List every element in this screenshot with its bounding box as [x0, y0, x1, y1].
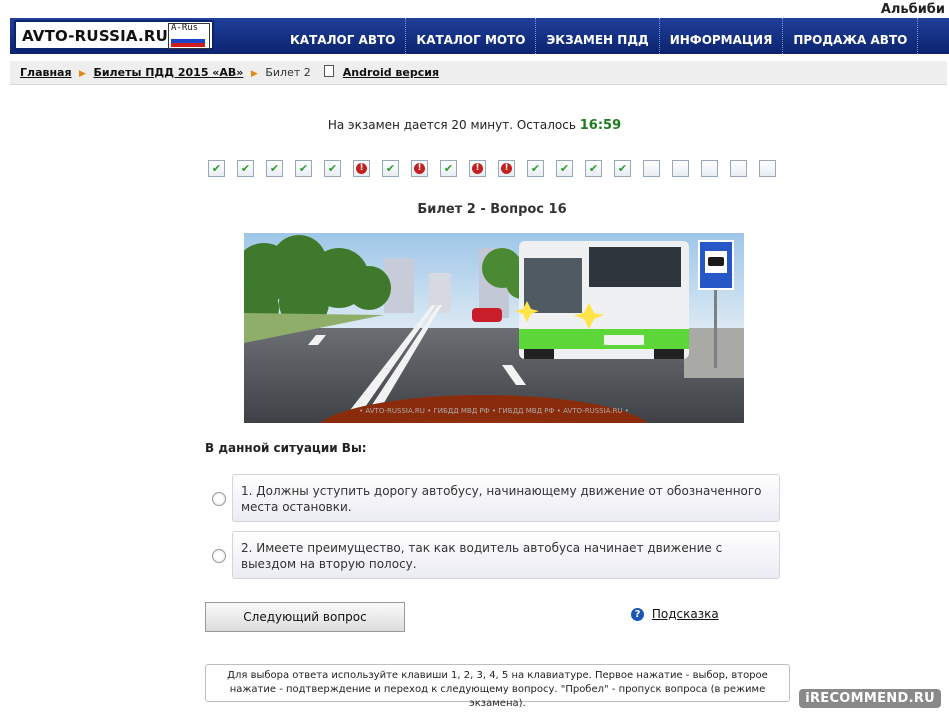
help-icon[interactable]: ? — [631, 608, 644, 621]
hint-link[interactable]: ? Подсказка — [631, 607, 719, 621]
breadcrumb: Главная ▶ Билеты ПДД 2015 «АВ» ▶ Билет 2… — [10, 61, 947, 85]
answer-text-2[interactable]: 2. Имеете преимущество, так как водитель… — [232, 531, 780, 579]
russian-flag-icon — [171, 35, 205, 47]
answer-radio-1[interactable] — [212, 492, 226, 506]
progress-box-15[interactable]: ✔ — [614, 160, 631, 177]
progress-box-10[interactable] — [469, 160, 486, 177]
breadcrumb-home-link[interactable]: Главная — [20, 66, 72, 79]
document-icon — [324, 65, 335, 77]
nav-item-catalog-auto[interactable]: КАТАЛОГ АВТО — [280, 18, 407, 54]
watermark: iRECOMMEND.RU — [799, 689, 941, 708]
android-version-link[interactable]: Android версия — [343, 66, 439, 79]
logo-badge: A-Rus — [168, 23, 210, 49]
timer-value: 16:59 — [579, 118, 622, 133]
progress-box-9[interactable]: ✔ — [440, 160, 457, 177]
progress-box-19[interactable] — [730, 160, 747, 177]
progress-box-4[interactable]: ✔ — [295, 160, 312, 177]
progress-box-18[interactable] — [701, 160, 718, 177]
breadcrumb-arrow-icon: ▶ — [79, 69, 86, 79]
progress-box-5[interactable]: ✔ — [324, 160, 341, 177]
progress-box-14[interactable]: ✔ — [585, 160, 602, 177]
question-progress: ✔ ✔ ✔ ✔ ✔ ✔ ✔ ✔ ✔ ✔ ✔ — [208, 160, 788, 177]
progress-box-20[interactable] — [759, 160, 776, 177]
answer-radio-2[interactable] — [212, 549, 226, 563]
progress-box-1[interactable]: ✔ — [208, 160, 225, 177]
bus — [519, 241, 689, 359]
question-image: • AVTO-RUSSIA.RU • ГИБДД МВД РФ • ГИБДД … — [244, 233, 744, 423]
question-title: Билет 2 - Вопрос 16 — [417, 202, 567, 217]
progress-box-12[interactable]: ✔ — [527, 160, 544, 177]
logo-badge-text: A-Rus — [171, 23, 199, 33]
progress-box-13[interactable]: ✔ — [556, 160, 573, 177]
logo-text: AVTO-RUSSIA.RU — [22, 27, 169, 45]
breadcrumb-section-link[interactable]: Билеты ПДД 2015 «АВ» — [93, 66, 243, 79]
next-question-button[interactable]: Следующий вопрос — [205, 602, 405, 632]
site-logo[interactable]: AVTO-RUSSIA.RU A-Rus — [14, 20, 214, 50]
progress-box-3[interactable]: ✔ — [266, 160, 283, 177]
bus-stop-pole — [714, 288, 717, 368]
progress-box-7[interactable]: ✔ — [382, 160, 399, 177]
site-header: AVTO-RUSSIA.RU A-Rus КАТАЛОГ АВТО КАТАЛО… — [10, 18, 949, 54]
image-caption: • AVTO-RUSSIA.RU • ГИБДД МВД РФ • ГИБДД … — [359, 407, 629, 415]
question-text: В данной ситуации Вы: — [205, 441, 367, 455]
progress-box-6[interactable] — [353, 160, 370, 177]
nav-item-info[interactable]: ИНФОРМАЦИЯ — [660, 18, 784, 54]
red-car — [472, 308, 502, 322]
user-name[interactable]: Альбиби — [881, 2, 945, 17]
hint-label[interactable]: Подсказка — [652, 607, 719, 621]
progress-box-16[interactable] — [643, 160, 660, 177]
nav-item-exam[interactable]: ЭКЗАМЕН ПДД — [536, 18, 660, 54]
bus-stop-sign-bus — [708, 257, 724, 266]
progress-box-2[interactable]: ✔ — [237, 160, 254, 177]
progress-box-8[interactable] — [411, 160, 428, 177]
breadcrumb-arrow-icon: ▶ — [250, 69, 258, 79]
nav-item-catalog-moto[interactable]: КАТАЛОГ МОТО — [406, 18, 537, 54]
flag-stripe-red — [171, 43, 205, 47]
progress-box-17[interactable] — [672, 160, 689, 177]
keyboard-help: Для выбора ответа используйте клавиши 1,… — [205, 664, 790, 709]
main-nav: КАТАЛОГ АВТО КАТАЛОГ МОТО ЭКЗАМЕН ПДД ИН… — [280, 18, 919, 54]
breadcrumb-current: Билет 2 — [265, 66, 311, 79]
progress-box-11[interactable] — [498, 160, 515, 177]
exam-timer: На экзамен дается 20 минут. Осталось 16:… — [0, 118, 949, 133]
nav-item-sale[interactable]: ПРОДАЖА АВТО — [783, 18, 919, 54]
timer-text: На экзамен дается 20 минут. Осталось — [327, 118, 576, 132]
answer-text-1[interactable]: 1. Должны уступить дорогу автобусу, начи… — [232, 474, 780, 522]
